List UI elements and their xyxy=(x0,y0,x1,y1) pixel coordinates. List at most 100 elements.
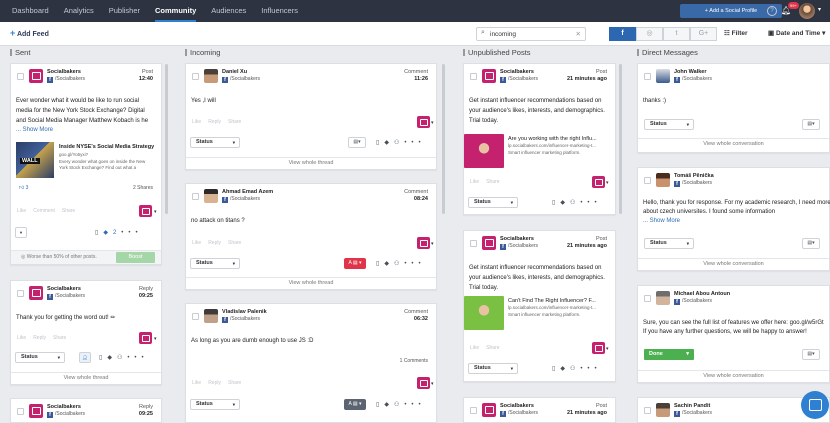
assign-user-button[interactable]: 👤︎ xyxy=(79,352,91,363)
chevron-down-icon[interactable]: ▾ xyxy=(606,346,609,352)
assigned-user-button[interactable]: A ▤ ▾ xyxy=(344,258,366,269)
promo-preview[interactable]: Can't Find The Right Influencer? F... lp… xyxy=(464,296,604,330)
nav-publisher[interactable]: Publisher xyxy=(109,0,140,22)
card-tool-icons[interactable]: ▯◆⚇••• xyxy=(99,354,149,361)
assign-profile-button[interactable] xyxy=(417,116,430,128)
assigned-user-button[interactable]: A ▤ ▾ xyxy=(344,399,366,410)
nav-analytics[interactable]: Analytics xyxy=(64,0,94,22)
drag-handle-icon[interactable] xyxy=(10,49,12,56)
chevron-down-icon[interactable]: ▾ xyxy=(431,120,434,126)
priority-dropdown[interactable]: ▤▾ xyxy=(802,238,820,249)
status-dropdown[interactable]: Status ▾ xyxy=(644,238,694,249)
drag-handle-icon[interactable] xyxy=(637,49,639,56)
card-tool-icons[interactable]: ▯◆⚇••• xyxy=(376,401,426,408)
user-avatar[interactable] xyxy=(799,3,815,19)
status-dropdown[interactable]: Status ▾ xyxy=(190,258,240,269)
view-whole-conversation-link[interactable]: View whole conversation xyxy=(638,138,829,150)
filter-button[interactable]: ☷ Filter xyxy=(724,29,748,37)
clear-icon[interactable]: ✕ xyxy=(576,30,581,38)
assign-profile-button[interactable] xyxy=(592,342,605,354)
nav-dashboard[interactable]: Dashboard xyxy=(12,0,49,22)
chevron-down-icon[interactable]: ▾ xyxy=(154,336,157,342)
nav-influencers[interactable]: Influencers xyxy=(261,0,298,22)
comment-count[interactable]: 1 Comments xyxy=(400,358,428,364)
priority-dropdown[interactable]: ▤▾ xyxy=(348,137,366,148)
chevron-down-icon[interactable]: ▾ xyxy=(431,241,434,247)
help-icon[interactable]: ? xyxy=(767,6,777,16)
support-chat-button[interactable] xyxy=(801,391,829,419)
network-google-button[interactable]: G+ xyxy=(690,27,717,41)
drag-handle-icon[interactable] xyxy=(185,49,187,56)
priority-dropdown[interactable]: ▤▾ xyxy=(802,119,820,130)
share-button[interactable]: Share xyxy=(486,345,499,351)
column-header-unpublished[interactable]: Unpublished Posts xyxy=(463,48,531,60)
nav-audiences[interactable]: Audiences xyxy=(211,0,246,22)
status-dropdown[interactable]: Status ▾ xyxy=(190,399,240,410)
select-checkbox[interactable] xyxy=(192,73,199,80)
select-checkbox[interactable] xyxy=(470,407,477,414)
date-time-sort-button[interactable]: ▣ Date and Time ▾ xyxy=(768,29,825,37)
assign-profile-button[interactable] xyxy=(417,377,430,389)
share-button[interactable]: Share xyxy=(228,380,241,386)
select-checkbox[interactable] xyxy=(192,193,199,200)
share-button[interactable]: Share xyxy=(228,240,241,246)
select-checkbox[interactable] xyxy=(17,408,24,415)
column-scrollbar[interactable] xyxy=(619,64,622,214)
share-button[interactable]: Share xyxy=(62,208,75,214)
network-facebook-button[interactable]: f xyxy=(609,27,636,41)
link-preview[interactable]: WALL Inside NYSE's Social Media Strategy… xyxy=(16,142,158,178)
select-checkbox[interactable] xyxy=(17,73,24,80)
column-header-sent[interactable]: Sent xyxy=(10,48,30,60)
assign-profile-button[interactable] xyxy=(139,205,152,217)
view-whole-conversation-link[interactable]: View whole conversation xyxy=(638,258,829,270)
column-header-direct-messages[interactable]: Direct Messages xyxy=(637,48,698,60)
share-button[interactable]: Share xyxy=(486,179,499,185)
status-dropdown[interactable]: Status ▾ xyxy=(644,119,694,130)
select-checkbox[interactable] xyxy=(644,295,651,302)
like-button[interactable]: Like xyxy=(17,208,26,214)
select-checkbox[interactable] xyxy=(644,73,651,80)
done-status-dropdown[interactable]: Done ▾ xyxy=(644,349,694,360)
select-checkbox[interactable] xyxy=(470,73,477,80)
like-button[interactable]: Like xyxy=(192,380,201,386)
assign-profile-button[interactable] xyxy=(417,237,430,249)
assign-profile-button[interactable] xyxy=(139,332,152,344)
column-scrollbar[interactable] xyxy=(165,64,168,214)
show-more-link[interactable]: ... Show More xyxy=(643,217,680,227)
card-tool-icons[interactable]: ▯◆2••• xyxy=(95,229,143,236)
like-button[interactable]: Like xyxy=(470,179,479,185)
select-checkbox[interactable] xyxy=(644,407,651,414)
select-checkbox[interactable] xyxy=(17,290,24,297)
view-whole-conversation-link[interactable]: View whole conversation xyxy=(638,370,829,382)
status-dropdown[interactable]: Status ▾ xyxy=(468,197,518,208)
nav-community[interactable]: Community xyxy=(155,0,197,22)
select-checkbox[interactable] xyxy=(192,313,199,320)
share-button[interactable]: Share xyxy=(228,119,241,125)
status-dropdown[interactable]: Status ▾ xyxy=(468,363,518,374)
reply-button[interactable]: Reply xyxy=(208,240,221,246)
drag-handle-icon[interactable] xyxy=(463,49,465,56)
view-whole-thread-link[interactable]: View whole thread xyxy=(11,372,161,384)
chevron-down-icon[interactable]: ▾ xyxy=(606,180,609,186)
card-tool-icons[interactable]: ▯◆⚇••• xyxy=(552,365,602,372)
add-feed-button[interactable]: + Add Feed xyxy=(10,28,49,38)
select-checkbox[interactable] xyxy=(644,177,651,184)
column-scrollbar[interactable] xyxy=(442,64,445,214)
view-whole-thread-link[interactable]: View whole thread xyxy=(186,277,436,289)
network-instagram-button[interactable]: ◎ xyxy=(636,27,663,41)
reply-button[interactable]: Reply xyxy=(33,335,46,341)
reply-button[interactable]: Reply xyxy=(208,119,221,125)
comment-button[interactable]: Comment xyxy=(33,208,55,214)
reply-button[interactable]: Reply xyxy=(208,380,221,386)
card-tool-icons[interactable]: ▯◆⚇••• xyxy=(552,199,602,206)
status-dropdown[interactable]: Status ▾ xyxy=(15,352,65,363)
select-checkbox[interactable] xyxy=(470,240,477,247)
like-button[interactable]: Like xyxy=(192,240,201,246)
card-tool-icons[interactable]: ▯◆⚇••• xyxy=(376,139,426,146)
network-twitter-button[interactable]: t xyxy=(663,27,690,41)
promo-preview[interactable]: Are you working with the right Influ... … xyxy=(464,134,604,168)
status-dropdown[interactable]: Status ▾ xyxy=(190,137,240,148)
view-whole-thread-link[interactable]: View whole thread xyxy=(186,157,436,169)
chevron-down-icon[interactable]: ▾ xyxy=(431,381,434,387)
like-button[interactable]: Like xyxy=(17,335,26,341)
